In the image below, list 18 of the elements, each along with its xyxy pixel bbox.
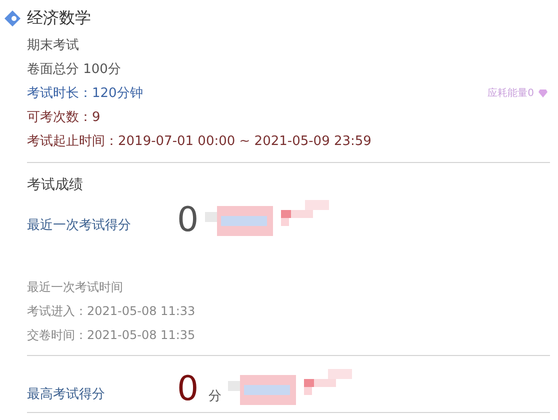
time-entry: 考试进入：2021-05-08 11:33 (27, 303, 196, 320)
score-unit: 分 (208, 388, 222, 405)
exam-period: 考试起止时间：2019-07-01 00:00 ~ 2021-05-09 23:59 (27, 133, 372, 151)
latest-score: 0 (177, 200, 199, 240)
diamond-icon (4, 10, 21, 26)
best-score: 0 (177, 369, 199, 409)
total-score: 卷面总分 100分 (27, 61, 122, 79)
gem-icon (538, 88, 548, 98)
time-entry: 交卷时间：2021-05-08 11:35 (27, 327, 196, 344)
best-score-label: 最高考试得分 (27, 386, 106, 403)
latest-score-label: 最近一次考试得分 (27, 217, 132, 234)
energy-cost: 应耗能量0 (488, 86, 534, 100)
course-title: 经济数学 (27, 8, 91, 28)
section-heading: 考试成绩 (27, 176, 84, 195)
exam-name: 期末考试 (27, 37, 80, 55)
attempt-count: 可考次数：9 (27, 109, 102, 127)
exam-duration: 考试时长：120分钟 (27, 85, 144, 103)
time-heading: 最近一次考试时间 (27, 279, 124, 296)
